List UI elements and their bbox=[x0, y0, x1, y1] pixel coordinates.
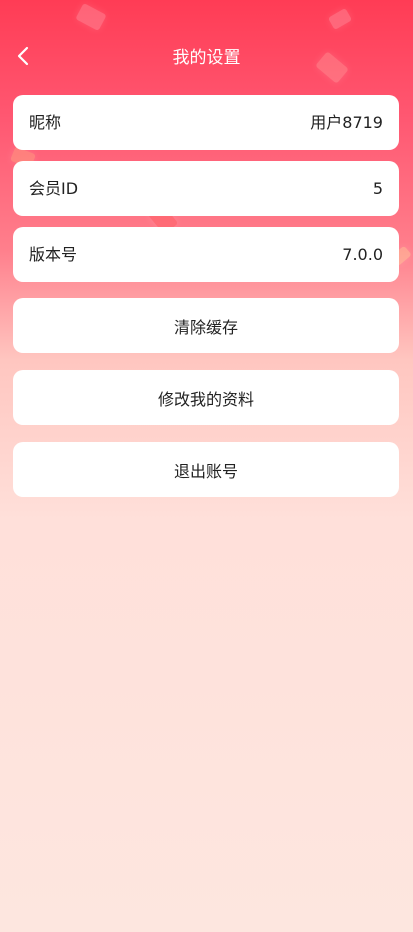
top-nav-bar: 我的设置 bbox=[0, 36, 413, 80]
page-title: 我的设置 bbox=[172, 48, 241, 68]
nickname-value: 用户8719 bbox=[310, 112, 383, 132]
version-row: 版本号 7.0.0 bbox=[13, 227, 399, 282]
version-value: 7.0.0 bbox=[342, 244, 383, 264]
logout-button[interactable]: 退出账号 bbox=[13, 442, 399, 497]
edit-profile-button[interactable]: 修改我的资料 bbox=[13, 370, 399, 425]
member-id-row: 会员ID 5 bbox=[13, 161, 399, 216]
version-label: 版本号 bbox=[29, 244, 78, 264]
settings-list: 昵称 用户8719 会员ID 5 版本号 7.0.0 清除缓存 修改我的资料 退… bbox=[13, 95, 399, 497]
nickname-label: 昵称 bbox=[29, 112, 62, 132]
member-id-label: 会员ID bbox=[29, 178, 79, 198]
member-id-value: 5 bbox=[372, 178, 383, 198]
nickname-row: 昵称 用户8719 bbox=[13, 95, 399, 150]
clear-cache-button[interactable]: 清除缓存 bbox=[13, 298, 399, 353]
